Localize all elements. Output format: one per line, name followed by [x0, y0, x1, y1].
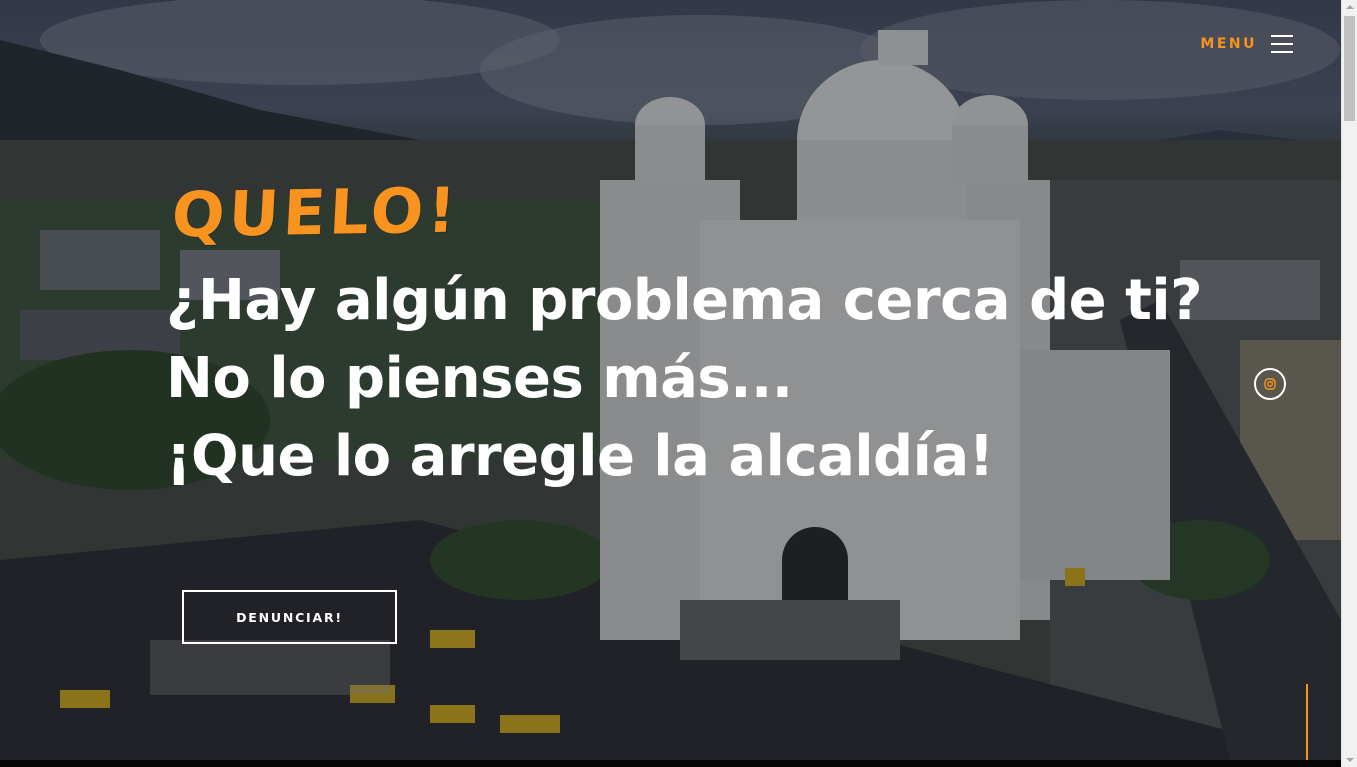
bottom-edge	[0, 760, 1341, 767]
page: MENU QUELO! ¿Hay algún problema cerca de…	[0, 0, 1357, 767]
hero-line-2: No lo pienses más...	[166, 346, 793, 411]
hero-line-3: ¡Que lo arregle la alcaldía!	[166, 424, 994, 489]
menu-label: MENU	[1200, 36, 1257, 52]
hero-line-1: ¿Hay algún problema cerca de ti?	[166, 268, 1203, 333]
instagram-link[interactable]	[1254, 368, 1286, 400]
hero-headline: ¿Hay algún problema cerca de ti? No lo p…	[166, 262, 1203, 496]
scroll-up-arrow-icon[interactable]	[1346, 5, 1354, 9]
menu-toggle[interactable]: MENU	[1200, 34, 1293, 54]
page-scrollbar[interactable]	[1341, 0, 1357, 767]
scroll-down-arrow-icon[interactable]	[1346, 758, 1354, 762]
instagram-icon	[1264, 378, 1276, 390]
denunciar-button[interactable]: DENUNCIAR!	[182, 590, 397, 644]
scrollbar-thumb[interactable]	[1344, 16, 1355, 121]
hamburger-icon	[1271, 34, 1293, 54]
scroll-down-indicator	[1306, 684, 1308, 760]
brand-logo: QUELO!	[170, 173, 462, 252]
